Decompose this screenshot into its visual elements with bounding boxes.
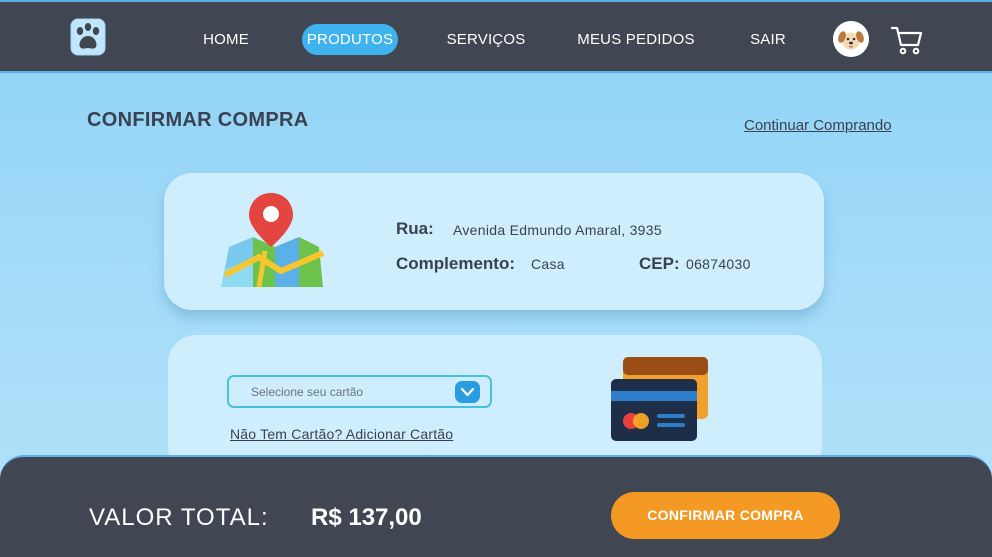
street-label: Rua: (396, 219, 434, 238)
nav-meus-pedidos[interactable]: MEUS PEDIDOS (575, 24, 697, 55)
page-title: CONFIRMAR COMPRA (87, 109, 309, 131)
cep-label: CEP: (639, 254, 680, 273)
nav-servicos[interactable]: SERVIÇOS (445, 24, 527, 55)
confirm-purchase-button[interactable]: CONFIRMAR COMPRA (611, 492, 840, 539)
cart-icon[interactable] (890, 24, 924, 56)
address-card: Rua: Avenida Edmundo Amaral, 3935 Comple… (164, 173, 824, 310)
card-select-placeholder: Selecione seu cartão (251, 385, 364, 399)
street-value: Avenida Edmundo Amaral, 3935 (453, 222, 662, 238)
credit-card-icon (611, 357, 708, 441)
card-select[interactable]: Selecione seu cartão (227, 375, 492, 408)
continue-shopping-link[interactable]: Continuar Comprando (744, 117, 892, 134)
payment-card: Selecione seu cartão Não Tem Cartão? Adi… (168, 335, 822, 475)
add-card-link[interactable]: Não Tem Cartão? Adicionar Cartão (230, 426, 453, 442)
paw-icon[interactable] (70, 17, 106, 57)
total-label: VALOR TOTAL: (89, 504, 269, 531)
dog-avatar-icon (833, 21, 869, 57)
complement-value: Casa (531, 256, 565, 272)
map-pin-icon (221, 193, 325, 288)
nav-produtos[interactable]: PRODUTOS (302, 24, 398, 55)
total-value: R$ 137,00 (311, 504, 422, 531)
top-navbar: HOME PRODUTOS SERVIÇOS MEUS PEDIDOS SAIR (0, 0, 992, 73)
footer-bar: VALOR TOTAL: R$ 137,00 CONFIRMAR COMPRA (0, 455, 992, 557)
nav-sair[interactable]: SAIR (745, 24, 791, 55)
complement-label: Complemento: (396, 254, 515, 273)
chevron-down-icon[interactable] (455, 381, 480, 403)
avatar[interactable] (833, 21, 869, 57)
nav-home[interactable]: HOME (196, 24, 256, 55)
cep-value: 06874030 (686, 256, 751, 272)
